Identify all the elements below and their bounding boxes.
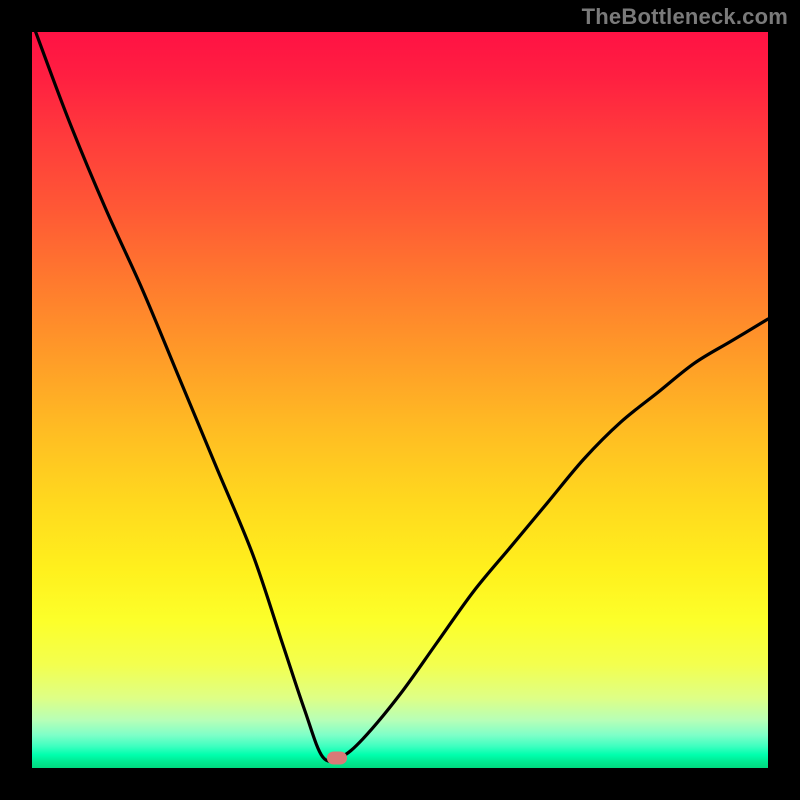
chart-frame: TheBottleneck.com <box>0 0 800 800</box>
bottleneck-curve <box>32 32 768 768</box>
optimal-point-marker <box>327 752 347 765</box>
plot-area <box>32 32 768 768</box>
watermark-text: TheBottleneck.com <box>582 4 788 30</box>
